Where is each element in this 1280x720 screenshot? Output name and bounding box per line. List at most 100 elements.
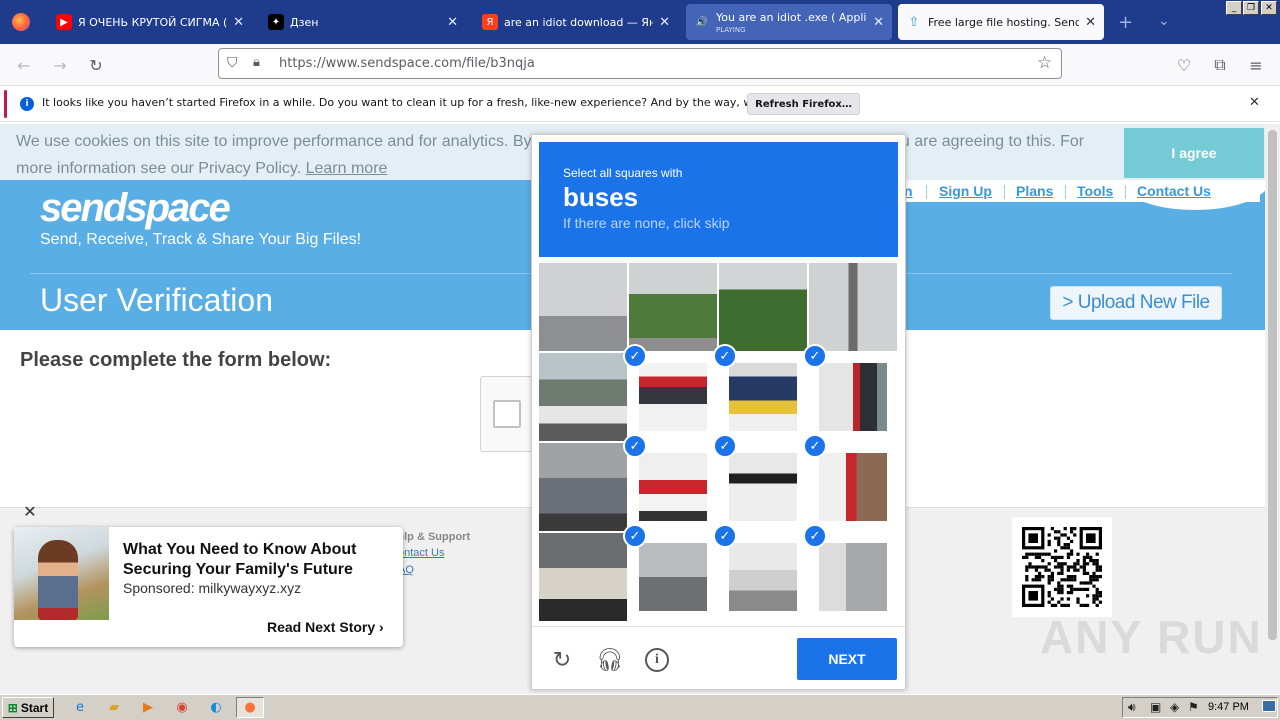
captcha-tile[interactable] bbox=[809, 353, 897, 441]
captcha-tile[interactable] bbox=[539, 353, 627, 441]
tab-dzen[interactable]: ✦ Дзен ✕ bbox=[260, 4, 466, 40]
nav-plans-link[interactable]: Plans bbox=[1016, 183, 1053, 199]
captcha-tile[interactable] bbox=[809, 533, 897, 621]
refresh-firefox-button[interactable]: Refresh Firefox… bbox=[747, 93, 860, 115]
firefox-icon[interactable] bbox=[12, 13, 30, 31]
media-player-icon[interactable]: ▶ bbox=[138, 698, 158, 716]
upload-arrow-icon: ⇧ bbox=[908, 14, 920, 30]
nav-tools-link[interactable]: Tools bbox=[1077, 183, 1113, 199]
new-tab-icon[interactable]: + bbox=[1118, 12, 1133, 33]
read-next-story-link[interactable]: Read Next Story › bbox=[267, 619, 384, 635]
minimize-icon[interactable]: _ bbox=[1226, 1, 1242, 15]
pocket-icon[interactable]: ♡ bbox=[1172, 54, 1196, 76]
upload-new-file-button[interactable]: > Upload New File bbox=[1050, 286, 1222, 320]
ie-icon[interactable]: e bbox=[70, 698, 90, 716]
back-icon[interactable]: ← bbox=[12, 54, 36, 76]
tab-sendspace[interactable]: ⇧ Free large file hosting. Send big ✕ bbox=[898, 4, 1104, 40]
captcha-tile[interactable] bbox=[629, 353, 717, 441]
extensions-icon[interactable]: ⧉ bbox=[1208, 54, 1232, 76]
taskbar bbox=[0, 694, 1280, 720]
shield-icon[interactable]: ⛉ bbox=[227, 55, 238, 71]
captcha-tile[interactable] bbox=[629, 533, 717, 621]
close-icon[interactable]: ✕ bbox=[20, 501, 40, 521]
captcha-tile-image bbox=[539, 533, 627, 621]
close-window-icon[interactable]: ✕ bbox=[1261, 1, 1277, 15]
captcha-tile-image bbox=[729, 453, 797, 521]
captcha-instruction: Select all squares with bbox=[563, 166, 683, 180]
captcha-tile[interactable] bbox=[539, 443, 627, 531]
reload-challenge-icon[interactable]: ↻ bbox=[549, 647, 575, 673]
captcha-tile[interactable] bbox=[719, 353, 807, 441]
windows-logo-icon: ⊞ bbox=[7, 700, 18, 715]
i-agree-button[interactable]: I agree bbox=[1124, 128, 1264, 178]
captcha-tile[interactable] bbox=[719, 533, 807, 621]
notification-bar: i It looks like you haven’t started Fire… bbox=[0, 86, 1280, 122]
tab-sigma[interactable]: ▶ Я ОЧЕНЬ КРУТОЙ СИГМА (PHONK) ✕ bbox=[48, 4, 252, 40]
captcha-header: Select all squares with buses If there a… bbox=[539, 142, 898, 257]
nav-contact-link[interactable]: Contact Us bbox=[1137, 183, 1211, 199]
notification-text: It looks like you haven’t started Firefo… bbox=[42, 96, 827, 109]
captcha-tile[interactable] bbox=[539, 533, 627, 621]
start-button[interactable]: ⊞ Start bbox=[2, 697, 54, 718]
bookmark-star-icon[interactable]: ☆ bbox=[1037, 53, 1052, 73]
firefox-taskbar-icon[interactable]: ● bbox=[236, 697, 264, 718]
page-title: User Verification bbox=[40, 282, 273, 318]
captcha-tile-image bbox=[809, 263, 897, 351]
ad-title[interactable]: What You Need to Know About Securing You… bbox=[123, 540, 393, 580]
folder-icon[interactable]: ▰ bbox=[104, 698, 124, 716]
scrollbar-thumb[interactable] bbox=[1268, 130, 1277, 640]
youtube-icon: ▶ bbox=[56, 14, 72, 30]
checkmark-icon: ✓ bbox=[803, 344, 827, 368]
chrome-icon[interactable]: ◉ bbox=[172, 698, 192, 716]
close-icon[interactable]: ✕ bbox=[659, 15, 670, 30]
flag-icon[interactable]: ⚑ bbox=[1188, 700, 1199, 714]
lock-icon[interactable]: 🔒︎ bbox=[253, 55, 260, 70]
tab-yandex[interactable]: Я are an idiot download — Яндекс ✕ bbox=[474, 4, 678, 40]
volume-icon[interactable]: 🔊︎ bbox=[1128, 700, 1136, 715]
tab-label: are an idiot download — Яндекс bbox=[504, 15, 654, 29]
captcha-tile-image bbox=[819, 363, 887, 431]
ad-image-person bbox=[38, 540, 78, 620]
captcha-tile[interactable] bbox=[809, 443, 897, 531]
captcha-tile-image bbox=[639, 543, 707, 611]
close-icon[interactable]: ✕ bbox=[1249, 95, 1260, 110]
nav-signup-link[interactable]: Sign Up bbox=[939, 183, 992, 199]
headphones-icon[interactable]: 🎧︎ bbox=[596, 647, 624, 673]
url-bar[interactable]: ⛉ 🔒︎ https://www.sendspace.com/file/b3nq… bbox=[218, 48, 1062, 79]
footer-contact-link[interactable]: ontact Us bbox=[398, 547, 444, 559]
close-icon[interactable]: ✕ bbox=[1085, 15, 1096, 30]
edge-icon[interactable]: ◐ bbox=[206, 698, 226, 716]
captcha-tile[interactable] bbox=[629, 443, 717, 531]
captcha-tile-image bbox=[539, 353, 627, 441]
security-icon[interactable]: ◈ bbox=[1170, 700, 1179, 714]
learn-more-link[interactable]: Learn more bbox=[306, 160, 388, 177]
captcha-tile[interactable] bbox=[629, 263, 717, 351]
url-text[interactable]: https://www.sendspace.com/file/b3nqja bbox=[279, 56, 535, 71]
anyrun-watermark: ANY RUN bbox=[1040, 611, 1263, 663]
captcha-tile[interactable] bbox=[719, 263, 807, 351]
reload-icon[interactable]: ↻ bbox=[84, 54, 108, 76]
close-icon[interactable]: ✕ bbox=[873, 15, 884, 30]
forward-icon[interactable]: → bbox=[48, 54, 72, 76]
close-icon[interactable]: ✕ bbox=[233, 15, 244, 30]
captcha-tile-image bbox=[639, 363, 707, 431]
close-icon[interactable]: ✕ bbox=[447, 15, 458, 30]
nav-separator bbox=[1004, 185, 1005, 199]
tab-idiot-exe[interactable]: 🔊 You are an idiot .exe ( Application PL… bbox=[686, 4, 892, 40]
chevron-down-icon[interactable]: ⌄ bbox=[1158, 13, 1170, 29]
captcha-tile[interactable] bbox=[809, 263, 897, 351]
captcha-tile-image bbox=[729, 543, 797, 611]
network-icon[interactable]: ▣ bbox=[1150, 700, 1161, 714]
sendspace-logo[interactable]: sendspace bbox=[40, 186, 231, 231]
nav-separator bbox=[1125, 185, 1126, 199]
captcha-tile[interactable] bbox=[719, 443, 807, 531]
maximize-icon[interactable]: ❐ bbox=[1243, 1, 1259, 15]
recaptcha-checkbox[interactable] bbox=[493, 400, 521, 428]
yandex-icon: Я bbox=[482, 14, 498, 30]
show-desktop-icon[interactable] bbox=[1262, 700, 1276, 712]
captcha-next-button[interactable]: NEXT bbox=[797, 638, 897, 680]
info-icon[interactable]: i bbox=[645, 648, 669, 672]
menu-icon[interactable]: ≡ bbox=[1244, 54, 1268, 76]
captcha-tile-image bbox=[639, 453, 707, 521]
captcha-tile[interactable] bbox=[539, 263, 627, 351]
